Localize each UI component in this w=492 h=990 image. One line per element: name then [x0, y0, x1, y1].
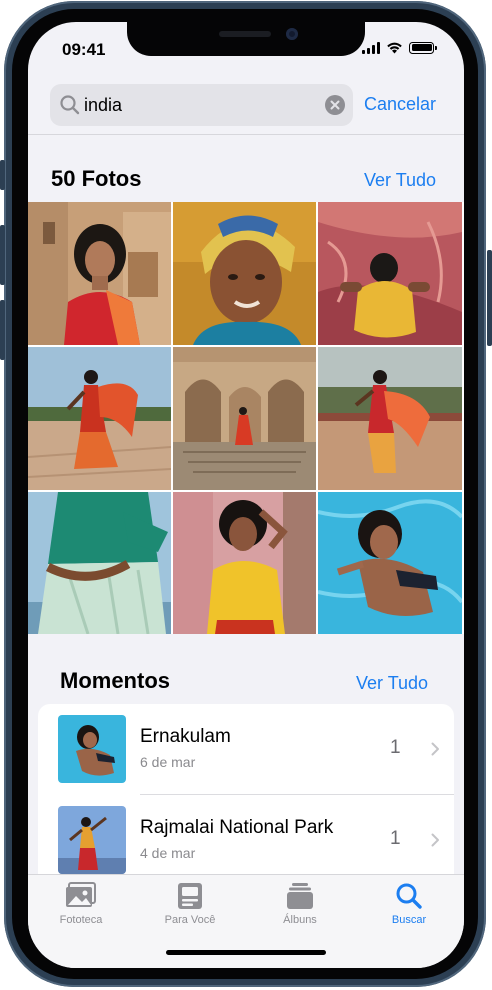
- moment-count: 1: [390, 737, 401, 758]
- moment-name: Ernakulam: [140, 726, 231, 747]
- moment-row-ernakulam[interactable]: Ernakulam 6 de mar 1: [38, 704, 454, 795]
- tab-label: Buscar: [391, 914, 427, 926]
- photo-thumbnail[interactable]: [318, 202, 462, 345]
- photos-section-header: 50 Fotos Ver Tudo: [28, 164, 464, 194]
- search-bar: Cancelar: [28, 84, 464, 130]
- notch: [127, 22, 365, 56]
- photo-thumbnail[interactable]: [28, 492, 171, 634]
- tab-buscar[interactable]: Buscar: [364, 881, 454, 931]
- moment-thumbnail: [58, 715, 126, 783]
- front-camera: [286, 28, 298, 40]
- photo-thumbnail[interactable]: [173, 347, 316, 490]
- photo-thumbnail[interactable]: [318, 347, 462, 490]
- albums-icon: [287, 883, 313, 909]
- cancel-button[interactable]: Cancelar: [364, 94, 436, 115]
- moment-thumbnail: [58, 806, 126, 874]
- photo-thumbnail[interactable]: [318, 492, 462, 634]
- cellular-signal-icon: [362, 41, 380, 54]
- photo-thumbnail[interactable]: [28, 347, 171, 490]
- moment-date: 6 de mar: [140, 754, 196, 770]
- photo-grid: [28, 202, 464, 634]
- photo-thumbnail[interactable]: [173, 202, 316, 345]
- photos-see-all-link[interactable]: Ver Tudo: [364, 170, 436, 191]
- power-button: [487, 250, 492, 346]
- speaker: [219, 31, 271, 37]
- tab-label: Para Você: [164, 914, 216, 926]
- tab-albuns[interactable]: Álbuns: [255, 881, 345, 931]
- tab-label: Álbuns: [283, 914, 317, 926]
- search-input[interactable]: [84, 84, 304, 126]
- tab-para-voce[interactable]: Para Você: [145, 881, 235, 931]
- chevron-right-icon: [431, 742, 439, 756]
- close-icon: [330, 100, 340, 110]
- search-divider: [28, 134, 464, 135]
- clear-search-button[interactable]: [325, 95, 345, 115]
- search-icon: [60, 95, 80, 115]
- moments-section-title: Momentos: [60, 668, 170, 693]
- screen: 09:41 Cancelar: [28, 22, 464, 968]
- battery-icon: [409, 41, 437, 54]
- moment-date: 4 de mar: [140, 845, 196, 861]
- tab-label: Fototeca: [59, 914, 103, 926]
- for-you-icon: [178, 883, 202, 909]
- photos-section-title: 50 Fotos: [51, 166, 142, 191]
- moments-list: Ernakulam 6 de mar 1 Rajmalai National P…: [38, 704, 454, 894]
- wifi-icon: [387, 42, 402, 54]
- tab-fototeca[interactable]: Fototeca: [36, 881, 126, 931]
- home-indicator[interactable]: [166, 950, 326, 955]
- search-icon: [396, 883, 422, 909]
- status-time: 09:41: [62, 40, 106, 59]
- moments-see-all-link[interactable]: Ver Tudo: [356, 673, 428, 694]
- moment-row-rajmalai[interactable]: Rajmalai National Park 4 de mar 1: [38, 795, 454, 885]
- moments-section-header: Momentos Ver Tudo: [28, 666, 464, 696]
- moment-name: Rajmalai National Park: [140, 817, 334, 838]
- moment-count: 1: [390, 828, 401, 849]
- chevron-right-icon: [431, 833, 439, 847]
- photo-thumbnail[interactable]: [173, 492, 316, 634]
- photos-icon: [66, 882, 96, 907]
- photo-thumbnail[interactable]: [28, 202, 171, 345]
- status-icons: [362, 41, 437, 54]
- search-field[interactable]: [50, 84, 353, 126]
